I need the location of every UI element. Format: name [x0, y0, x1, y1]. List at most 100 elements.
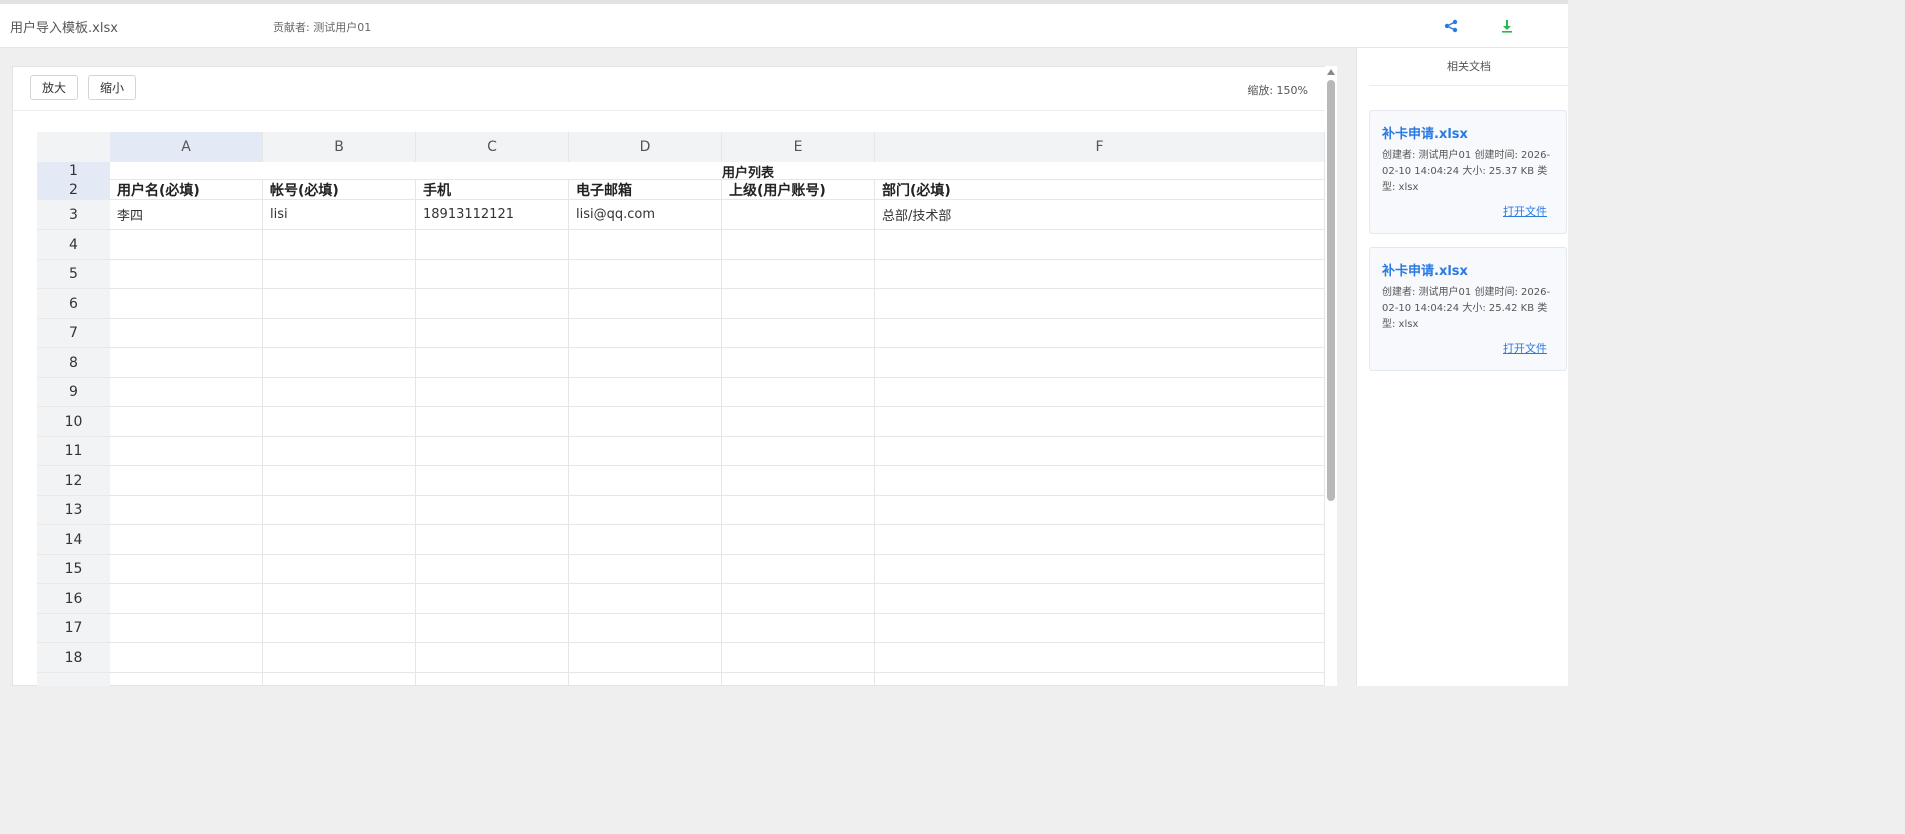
empty-cell[interactable] — [875, 230, 1325, 260]
data-cell[interactable]: lisi — [263, 200, 416, 230]
row-header[interactable]: 1 — [37, 162, 110, 180]
empty-cell[interactable] — [110, 348, 263, 378]
empty-cell[interactable] — [416, 348, 569, 378]
empty-cell[interactable] — [569, 348, 722, 378]
empty-cell[interactable] — [110, 319, 263, 348]
empty-cell[interactable] — [416, 378, 569, 407]
row-header[interactable]: 7 — [37, 319, 110, 348]
empty-cell[interactable] — [416, 319, 569, 348]
row-header[interactable] — [37, 673, 110, 686]
header-cell[interactable]: 帐号(必填) — [263, 180, 416, 200]
data-cell[interactable]: lisi@qq.com — [569, 200, 722, 230]
scrollbar-thumb[interactable] — [1327, 80, 1335, 501]
empty-cell[interactable] — [875, 643, 1325, 673]
header-cell[interactable]: 手机 — [416, 180, 569, 200]
open-file-link[interactable]: 打开文件 — [1503, 203, 1547, 219]
zoom-in-button[interactable]: 放大 — [30, 75, 79, 100]
empty-cell[interactable] — [875, 407, 1325, 437]
empty-cell[interactable] — [263, 466, 416, 496]
empty-cell[interactable] — [110, 496, 263, 525]
empty-cell[interactable] — [569, 319, 722, 348]
scroll-up-arrow-icon[interactable] — [1327, 69, 1335, 75]
column-header-f[interactable]: F — [875, 132, 1325, 162]
empty-cell[interactable] — [722, 407, 875, 437]
row-header[interactable]: 18 — [37, 643, 110, 673]
share-icon[interactable] — [1441, 16, 1461, 36]
empty-cell[interactable] — [110, 525, 263, 555]
empty-cell[interactable] — [110, 643, 263, 673]
empty-cell[interactable] — [722, 230, 875, 260]
empty-cell[interactable] — [110, 614, 263, 643]
row-header[interactable]: 10 — [37, 407, 110, 437]
empty-cell[interactable] — [722, 496, 875, 525]
empty-cell[interactable] — [263, 260, 416, 289]
row-header[interactable]: 6 — [37, 289, 110, 319]
row-header[interactable]: 4 — [37, 230, 110, 260]
empty-cell[interactable] — [722, 525, 875, 555]
empty-cell[interactable] — [416, 466, 569, 496]
empty-cell[interactable] — [569, 289, 722, 319]
empty-cell[interactable] — [722, 584, 875, 614]
empty-cell[interactable] — [569, 230, 722, 260]
empty-cell[interactable] — [569, 555, 722, 584]
header-cell[interactable]: 用户名(必填) — [110, 180, 263, 200]
row-header[interactable]: 16 — [37, 584, 110, 614]
empty-cell[interactable] — [875, 555, 1325, 584]
empty-cell[interactable] — [263, 673, 416, 686]
empty-cell[interactable] — [569, 614, 722, 643]
empty-cell[interactable] — [263, 643, 416, 673]
empty-cell[interactable] — [569, 584, 722, 614]
empty-cell[interactable] — [110, 407, 263, 437]
empty-cell[interactable] — [110, 378, 263, 407]
data-cell[interactable]: 总部/技术部 — [875, 200, 1325, 230]
empty-cell[interactable] — [416, 289, 569, 319]
empty-cell[interactable] — [722, 614, 875, 643]
empty-cell[interactable] — [416, 673, 569, 686]
row-header[interactable]: 2 — [37, 180, 110, 200]
empty-cell[interactable] — [722, 289, 875, 319]
empty-cell[interactable] — [110, 260, 263, 289]
row-header[interactable]: 9 — [37, 378, 110, 407]
empty-cell[interactable] — [569, 260, 722, 289]
empty-cell[interactable] — [722, 378, 875, 407]
empty-cell[interactable] — [875, 673, 1325, 686]
empty-cell[interactable] — [722, 466, 875, 496]
empty-cell[interactable] — [722, 319, 875, 348]
empty-cell[interactable] — [875, 289, 1325, 319]
empty-cell[interactable] — [569, 378, 722, 407]
column-header-c[interactable]: C — [416, 132, 569, 162]
empty-cell[interactable] — [263, 289, 416, 319]
data-cell[interactable]: 18913112121 — [416, 200, 569, 230]
header-cell[interactable]: 上级(用户账号) — [722, 180, 875, 200]
data-cell[interactable]: 李四 — [110, 200, 263, 230]
doc-name-link[interactable]: 补卡申请.xlsx — [1382, 123, 1554, 142]
empty-cell[interactable] — [263, 407, 416, 437]
empty-cell[interactable] — [722, 643, 875, 673]
empty-cell[interactable] — [569, 496, 722, 525]
empty-cell[interactable] — [722, 673, 875, 686]
empty-cell[interactable] — [416, 437, 569, 466]
empty-cell[interactable] — [110, 230, 263, 260]
spreadsheet-grid[interactable]: A B C D E F 1 2 3 4 5 6 7 8 9 10 11 12 1… — [37, 132, 1325, 686]
doc-name-link[interactable]: 补卡申请.xlsx — [1382, 260, 1554, 279]
empty-cell[interactable] — [722, 260, 875, 289]
empty-cell[interactable] — [875, 584, 1325, 614]
empty-cell[interactable] — [875, 466, 1325, 496]
empty-cell[interactable] — [416, 525, 569, 555]
empty-cell[interactable] — [416, 555, 569, 584]
grid-corner[interactable] — [37, 132, 110, 162]
empty-cell[interactable] — [416, 407, 569, 437]
row-header[interactable]: 12 — [37, 466, 110, 496]
empty-cell[interactable] — [569, 525, 722, 555]
empty-cell[interactable] — [263, 348, 416, 378]
row-header[interactable]: 17 — [37, 614, 110, 643]
empty-cell[interactable] — [416, 496, 569, 525]
empty-cell[interactable] — [110, 584, 263, 614]
header-cell[interactable]: 电子邮箱 — [569, 180, 722, 200]
column-header-d[interactable]: D — [569, 132, 722, 162]
empty-cell[interactable] — [569, 407, 722, 437]
empty-cell[interactable] — [722, 348, 875, 378]
header-cell[interactable]: 部门(必填) — [875, 180, 1325, 200]
empty-cell[interactable] — [110, 437, 263, 466]
column-header-b[interactable]: B — [263, 132, 416, 162]
